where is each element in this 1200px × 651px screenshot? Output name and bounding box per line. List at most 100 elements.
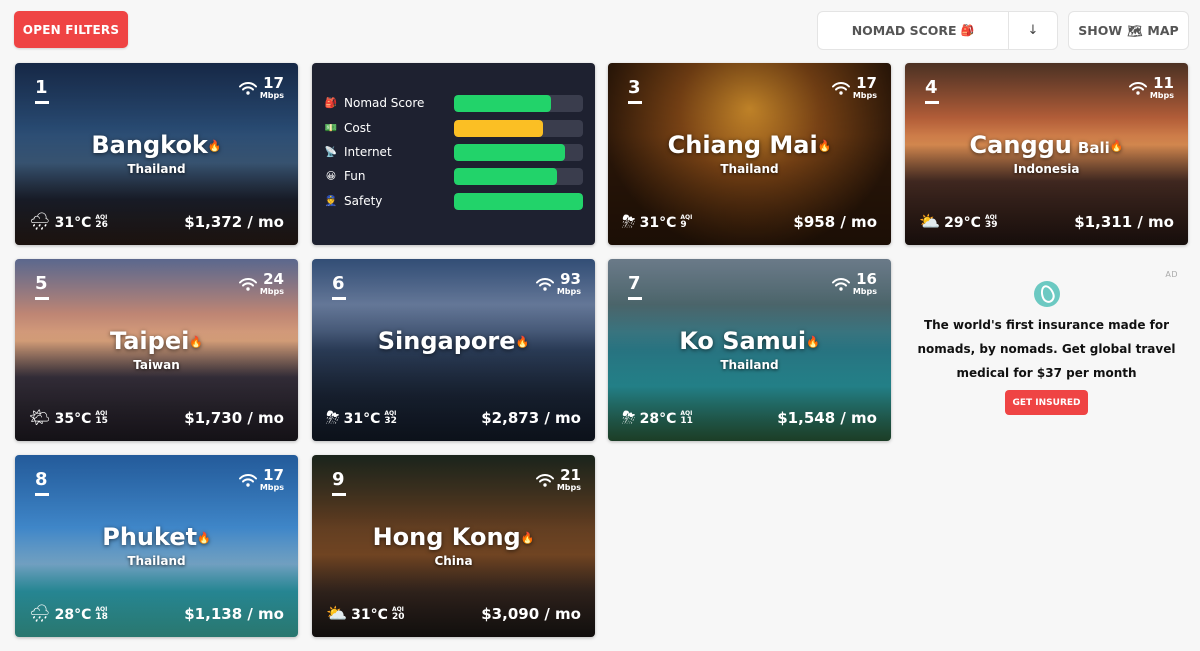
stat-row: 🎒 Nomad Score [324,94,584,112]
weather-info: 🌤 35°C AQI 15 [29,410,108,427]
city-name: Bangkok [91,131,208,159]
monthly-cost: $3,090 / mo [481,605,581,623]
sort-direction-button[interactable]: ↓ [1009,12,1057,49]
speed-value: 17 [856,74,877,92]
temperature: 31°C [54,214,92,231]
temperature: 31°C [351,606,388,623]
city-card[interactable]: 7 16 Mbps Ko Samui🔥 Thailand ⛈ 28°C AQI 11 $1,548… [608,259,891,441]
world-map-icon: 🗺 [1127,23,1143,38]
internet-speed: 21 Mbps [535,466,581,492]
monthly-cost: $1,138 / mo [184,605,284,623]
stat-bar-fill [454,119,543,137]
stat-bar [454,167,583,185]
city-name-line: Canggu Bali🔥 [905,133,1188,157]
city-name: Singapore [377,327,516,355]
ad-text: The world's first insurance made for nom… [917,318,1176,380]
fire-icon: 🔥 [520,531,535,545]
country-name: Taiwan [133,358,180,372]
speed-unit: Mbps [556,483,581,492]
speed-unit: Mbps [259,91,284,100]
stat-bar-fill [454,143,565,161]
stat-bar [454,119,583,137]
stat-row: 📡 Internet [324,143,584,161]
speed-value: 16 [856,270,877,288]
city-name-line: Ko Samui🔥 [608,329,891,353]
city-rank: 8 [35,469,49,496]
stat-bar-fill [454,192,583,210]
stat-label: Safety [344,194,383,208]
weather-info: ⛈ 31°C AQI 9 [622,214,692,231]
fire-icon: 🔥 [806,335,820,349]
temperature: 35°C [54,410,92,427]
stat-label: Cost [344,121,371,135]
open-filters-button[interactable]: OPEN FILTERS [14,11,128,48]
city-name: Chiang Mai [667,131,818,159]
city-name-line: Taipei🔥 [15,329,298,353]
city-name: Hong Kong [372,523,521,551]
stat-row: 💵 Cost [324,119,584,137]
insurance-logo-icon[interactable] [1034,281,1060,307]
stat-bar-fill [454,94,551,112]
city-rank: 7 [628,273,642,300]
stat-icon: 🎒 [324,97,338,109]
show-map-button[interactable]: SHOW 🗺 MAP [1068,11,1189,50]
city-name-line: Phuket🔥 [15,525,298,549]
city-rank: 5 [35,273,49,300]
backpack-icon: 🎒 [960,24,975,37]
speed-value: 21 [560,466,581,484]
get-insured-button[interactable]: GET INSURED [1005,390,1088,415]
city-card[interactable]: 5 24 Mbps Taipei🔥 Taiwan 🌤 35°C AQI 15 $1,730 / m… [15,259,298,441]
temperature: 28°C [639,410,677,427]
city-name: Ko Samui [679,327,807,355]
city-name-line: Hong Kong🔥 [312,525,595,549]
monthly-cost: $958 / mo [793,213,877,231]
weather-icon: ⛅ [326,604,348,624]
city-card[interactable]: 4 11 Mbps Canggu Bali🔥 Indonesia ⛅ 29°C AQI 39 $1,… [905,63,1188,245]
city-name: Canggu [969,131,1072,159]
internet-speed: 11 Mbps [1128,76,1174,100]
stat-icon: 📡 [324,146,338,158]
aqi-value: 39 [984,220,998,230]
city-card[interactable]: 3 17 Mbps Chiang Mai🔥 Thailand ⛈ 31°C AQI 9 $958 … [608,63,891,245]
wifi-icon [1128,82,1147,95]
internet-speed: 93 Mbps [535,272,581,296]
weather-icon: 🌤 [29,408,51,428]
wifi-icon [535,474,554,487]
fire-icon: 🔥 [817,139,832,153]
speed-value: 24 [263,270,284,288]
wifi-icon [238,474,257,487]
stat-row: 😀 Fun [324,167,584,185]
city-card[interactable]: 8 17 Mbps Phuket🔥 Thailand 🌧 28°C AQI 18 $1,138 /… [15,455,298,637]
country-name: Thailand [127,554,186,568]
city-card[interactable]: 1 17 Mbps Bangkok🔥 Thailand 🌧 31°C AQI 26 $1,372 … [15,63,298,245]
speed-unit: Mbps [259,483,284,492]
country-name: Thailand [127,162,186,176]
monthly-cost: $2,873 / mo [481,409,581,427]
internet-speed: 17 Mbps [238,468,284,492]
city-name: Taipei [109,327,190,355]
city-rank: 9 [332,469,346,496]
city-card[interactable]: 6 93 Mbps Singapore🔥 ⛈ 31°C AQI 32 $2,873 / mo [312,259,595,441]
weather-icon: ⛅ [919,212,941,232]
fire-icon: 🔥 [197,531,211,545]
stat-bar [454,143,583,161]
city-card[interactable]: 9 21 Mbps Hong Kong🔥 China ⛅ 31°C AQI 20 $3,090 /… [312,455,595,637]
city-rank: 4 [925,77,939,104]
nomad-stats-card: 🎒 Nomad Score 💵 Cost 📡 Internet 😀 Fun 👮 Safety [312,63,595,245]
weather-icon: ⛈ [326,408,340,428]
wifi-icon [238,278,257,291]
stat-label: Nomad Score [344,96,425,110]
speed-unit: Mbps [259,287,284,296]
sort-by-button[interactable]: NOMAD SCORE 🎒 [818,12,1009,49]
internet-speed: 17 Mbps [238,76,284,100]
stat-icon: 👮 [324,195,338,207]
weather-info: 🌧 28°C AQI 18 [29,606,108,623]
aqi-value: 32 [384,416,397,426]
internet-speed: 24 Mbps [238,270,284,296]
monthly-cost: $1,372 / mo [184,213,284,231]
weather-info: ⛅ 31°C AQI 20 [326,606,404,623]
aqi-value: 11 [680,416,693,426]
wifi-icon [831,278,850,291]
temperature: 28°C [54,606,92,623]
country-name: Indonesia [1013,162,1080,176]
